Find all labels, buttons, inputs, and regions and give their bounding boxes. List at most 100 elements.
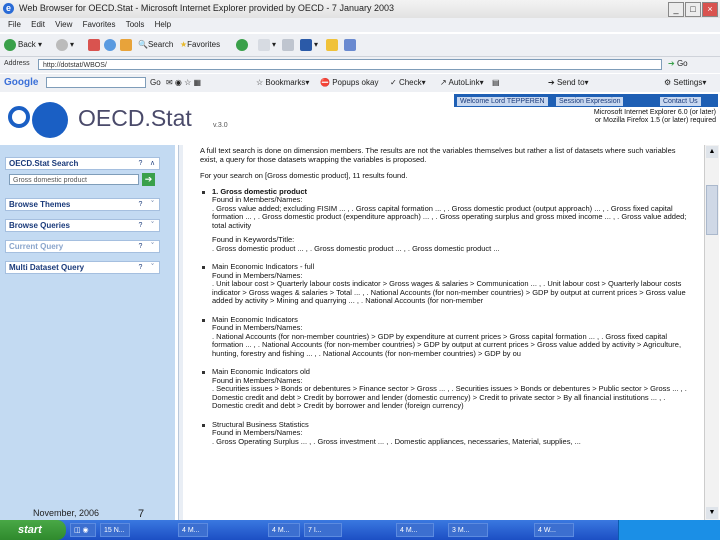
mail-icon bbox=[258, 38, 270, 51]
messenger-button[interactable] bbox=[344, 37, 358, 53]
result-text[interactable]: . Gross value added; excluding FISIM ...… bbox=[212, 204, 692, 231]
footer-date: November, 2006 bbox=[33, 508, 100, 518]
search-go-button[interactable]: ➔ bbox=[142, 173, 155, 186]
menu-bar: File Edit View Favorites Tools Help bbox=[0, 18, 720, 32]
menu-help[interactable]: Help bbox=[155, 20, 171, 29]
autofill-button[interactable]: ▤ bbox=[492, 78, 500, 87]
close-button[interactable]: × bbox=[702, 2, 718, 17]
back-button[interactable]: Back ▾ bbox=[4, 37, 42, 53]
task-button[interactable]: 7 I... bbox=[304, 523, 342, 537]
result-item: Main Economic Indicators - full Found in… bbox=[200, 262, 692, 306]
help-icon[interactable]: ? bbox=[136, 159, 145, 168]
go-button[interactable]: ➔ Go bbox=[668, 59, 688, 68]
word-button[interactable]: ▾ bbox=[300, 37, 318, 53]
home-button[interactable] bbox=[120, 37, 134, 53]
mail-button[interactable]: ▾ bbox=[258, 37, 276, 53]
settings-button[interactable]: ⚙ Settings▾ bbox=[664, 78, 706, 87]
search-input[interactable]: Gross domestic product bbox=[9, 174, 139, 185]
oecd-logo-ring-icon bbox=[8, 106, 30, 128]
contact-link[interactable]: Contact Us bbox=[660, 97, 701, 106]
expand-icon[interactable]: ˇ bbox=[148, 263, 157, 272]
task-button[interactable]: 3 M... bbox=[448, 523, 488, 537]
print-icon bbox=[282, 38, 294, 51]
header-links-bar: Welcome Lord TEPPEREN Session Expression… bbox=[454, 94, 718, 107]
stop-button[interactable] bbox=[88, 37, 102, 53]
taskbar: start ◫ ◉ 15 N... 4 M... 4 M... 7 I... 4… bbox=[0, 520, 720, 540]
folder-icon bbox=[326, 38, 338, 51]
address-input[interactable]: http://dotstat/WBOS/ bbox=[38, 59, 662, 70]
panel-multi-dataset-query[interactable]: Multi Dataset Query ? ˇ bbox=[5, 261, 160, 274]
google-toolbar-icons[interactable]: ✉ ◉ ☆ ▦ bbox=[166, 78, 201, 87]
panel-browse-queries[interactable]: Browse Queries ? ˇ bbox=[5, 219, 160, 232]
task-button[interactable]: 15 N... bbox=[100, 523, 130, 537]
menu-tools[interactable]: Tools bbox=[126, 20, 145, 29]
word-icon bbox=[300, 38, 312, 51]
google-search-input[interactable] bbox=[46, 77, 146, 88]
search-results: A full text search is done on dimension … bbox=[200, 147, 692, 520]
search-button[interactable]: 🔍Search bbox=[138, 37, 173, 53]
web-page: OECD.Stat v.3.0 Welcome Lord TEPPEREN Se… bbox=[0, 92, 720, 520]
task-button[interactable]: 4 M... bbox=[178, 523, 208, 537]
popups-button[interactable]: ⛔ Popups okay bbox=[320, 78, 378, 87]
menu-file[interactable]: File bbox=[8, 20, 21, 29]
task-button[interactable]: 4 W... bbox=[534, 523, 574, 537]
address-label: Address bbox=[4, 60, 30, 67]
check-button[interactable]: ✓ Check▾ bbox=[390, 78, 426, 87]
menu-view[interactable]: View bbox=[55, 20, 72, 29]
panel-search[interactable]: OECD.Stat Search ? ʌ bbox=[5, 157, 160, 170]
panel-current-query[interactable]: Current Query ? ˇ bbox=[5, 240, 160, 253]
sendto-button[interactable]: ➔ Send to▾ bbox=[548, 78, 589, 87]
menu-edit[interactable]: Edit bbox=[31, 20, 45, 29]
expand-icon[interactable]: ˇ bbox=[148, 242, 157, 251]
history-icon bbox=[236, 38, 248, 51]
help-icon[interactable]: ? bbox=[136, 242, 145, 251]
back-arrow-icon bbox=[4, 38, 16, 51]
refresh-button[interactable] bbox=[104, 37, 118, 53]
help-icon[interactable]: ? bbox=[136, 263, 145, 272]
result-item: Structural Business Statistics Found in … bbox=[200, 420, 692, 447]
quick-launch[interactable]: ◫ ◉ bbox=[70, 523, 96, 537]
favorites-button[interactable]: ★Favorites bbox=[180, 37, 220, 53]
maximize-button[interactable]: □ bbox=[685, 2, 701, 17]
task-button[interactable]: 4 M... bbox=[396, 523, 434, 537]
bookmarks-button[interactable]: ☆ Bookmarks▾ bbox=[256, 78, 309, 87]
help-icon[interactable]: ? bbox=[136, 200, 145, 209]
help-icon[interactable]: ? bbox=[136, 221, 145, 230]
menu-favorites[interactable]: Favorites bbox=[83, 20, 116, 29]
session-link[interactable]: Session Expression bbox=[556, 97, 624, 106]
task-button[interactable]: 4 M... bbox=[268, 523, 300, 537]
expand-icon[interactable]: ˇ bbox=[148, 200, 157, 209]
minimize-button[interactable]: _ bbox=[668, 2, 684, 17]
ie-logo-icon: e bbox=[3, 3, 14, 14]
start-button[interactable]: start bbox=[0, 520, 66, 540]
panel-splitter[interactable] bbox=[178, 145, 183, 520]
panel-browse-themes[interactable]: Browse Themes ? ˇ bbox=[5, 198, 160, 211]
discuss-button[interactable] bbox=[326, 37, 340, 53]
vertical-scrollbar[interactable]: ▲ ▼ bbox=[704, 145, 719, 520]
result-text[interactable]: . National Accounts (for non-member coun… bbox=[212, 332, 692, 359]
result-text[interactable]: . Securities issues > Bonds or debenture… bbox=[212, 384, 692, 411]
result-text[interactable]: . Gross domestic product ... , . Gross d… bbox=[212, 244, 692, 254]
welcome-link[interactable]: Welcome Lord TEPPEREN bbox=[457, 97, 548, 106]
collapse-icon[interactable]: ʌ bbox=[148, 159, 157, 168]
result-text[interactable]: . Unit labour cost > Quarterly labour co… bbox=[212, 279, 692, 306]
google-logo[interactable]: Google bbox=[4, 77, 38, 88]
forward-button[interactable]: ▾ bbox=[56, 37, 74, 53]
google-toolbar: Google Go ✉ ◉ ☆ ▦ ☆ Bookmarks▾ ⛔ Popups … bbox=[0, 74, 720, 93]
expand-icon[interactable]: ˇ bbox=[148, 221, 157, 230]
site-version: v.3.0 bbox=[213, 122, 228, 129]
google-go-button[interactable]: Go bbox=[150, 78, 161, 87]
scroll-thumb[interactable] bbox=[706, 185, 718, 235]
site-logo-text[interactable]: OECD.Stat bbox=[78, 105, 192, 132]
window-title: Web Browser for OECD.Stat - Microsoft In… bbox=[19, 3, 394, 13]
autolink-button[interactable]: ↗ AutoLink▾ bbox=[440, 78, 484, 87]
page-number: 7 bbox=[138, 508, 145, 520]
print-button[interactable] bbox=[282, 37, 296, 53]
result-text[interactable]: . Gross Operating Surplus ... , . Gross … bbox=[212, 437, 692, 447]
history-button[interactable] bbox=[236, 37, 250, 53]
result-item: Main Economic Indicators old Found in Me… bbox=[200, 367, 692, 411]
scroll-up-icon[interactable]: ▲ bbox=[706, 146, 718, 158]
scroll-down-icon[interactable]: ▼ bbox=[706, 507, 718, 519]
search-intro: A full text search is done on dimension … bbox=[200, 147, 676, 164]
system-tray[interactable] bbox=[618, 520, 720, 540]
